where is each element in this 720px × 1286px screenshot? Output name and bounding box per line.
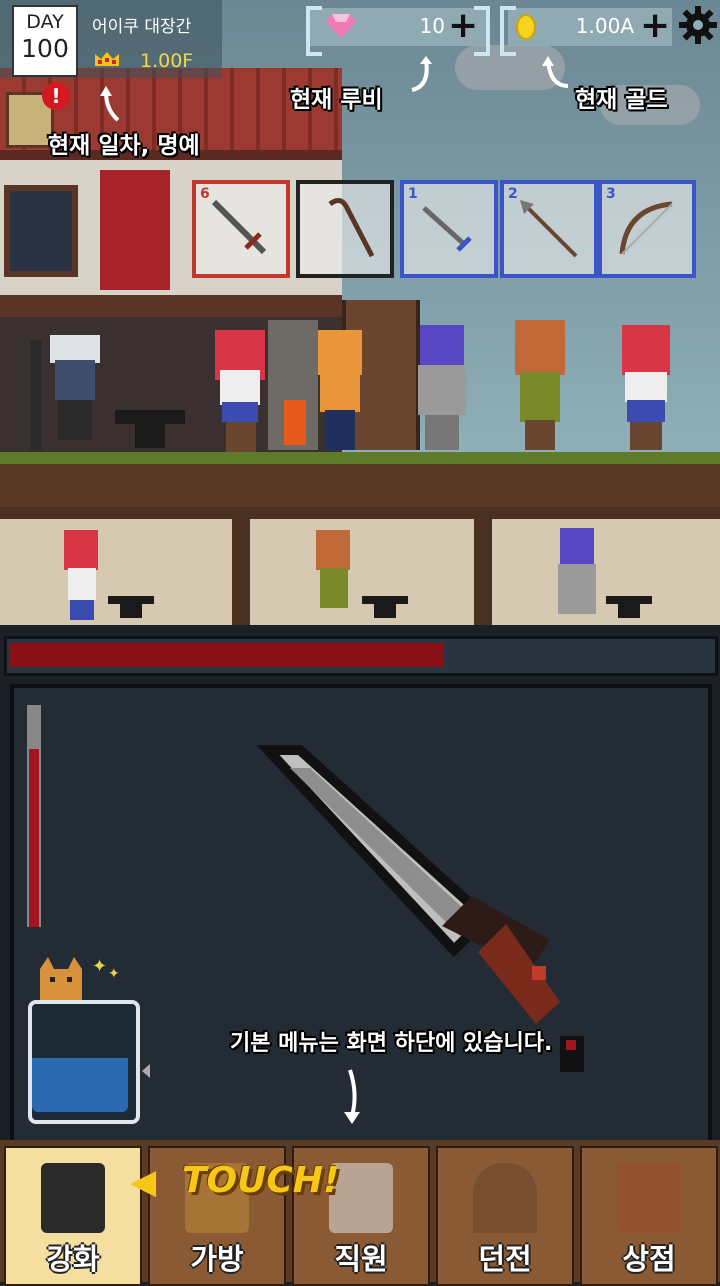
gold-value: 1.00A — [575, 14, 634, 38]
gold-coin-icon — [516, 14, 536, 40]
gold-tip: 현재 골드 — [575, 87, 668, 113]
customer-redhair — [215, 330, 265, 452]
weapon-slot-2[interactable] — [296, 180, 394, 278]
add-gold-button[interactable]: + — [640, 8, 670, 44]
fame-value: 1.00F — [140, 50, 194, 72]
nav-tab-label: 상점 — [622, 1242, 676, 1276]
blacksmith-character — [30, 335, 100, 450]
anvil-icon — [362, 596, 408, 618]
ruby-value: 10 — [419, 14, 445, 38]
staff-icon — [328, 198, 375, 258]
nav-tab-label: 직원 — [334, 1242, 388, 1276]
heat-gauge-fill — [29, 749, 39, 927]
anvil-icon — [108, 596, 154, 618]
add-ruby-button[interactable]: + — [448, 8, 478, 44]
basement-ceiling — [0, 507, 720, 519]
gear-icon[interactable] — [679, 6, 717, 44]
bracket-left — [500, 6, 516, 56]
sword-icon — [211, 199, 267, 255]
sparkle-icon: ✦ — [92, 956, 108, 977]
touch-arrow-icon: ◀ — [130, 1162, 157, 1202]
worker-purple — [558, 528, 596, 614]
weapon-slot-1[interactable]: 6 — [192, 180, 290, 278]
cat-icon[interactable] — [36, 955, 86, 1005]
crown-icon — [95, 52, 119, 66]
nav-tab-5[interactable]: 상점 — [580, 1146, 718, 1286]
customer-orange — [318, 330, 362, 450]
spear-icon — [520, 200, 578, 258]
nav-tab-label: 가방 — [190, 1242, 244, 1276]
water-level — [32, 1058, 128, 1112]
weapon-slot-4[interactable]: 2 — [500, 180, 598, 278]
sparkle-icon: ✦ — [108, 966, 120, 982]
shop-banner — [100, 170, 170, 290]
day-number: 100 — [21, 34, 69, 63]
menu-hint: 기본 메뉴는 화면 하단에 있습니다. — [230, 1031, 553, 1056]
weapon-slot-5[interactable]: 3 — [598, 180, 696, 278]
ruby-icon — [326, 14, 356, 38]
nav-tab-4[interactable]: 던전 — [436, 1146, 574, 1286]
customer-redhair-2 — [622, 325, 670, 450]
furnace — [268, 320, 318, 450]
curved-arrow-icon — [100, 86, 120, 122]
nav-tab-1[interactable]: 강화 — [4, 1146, 142, 1286]
anvil-icon — [606, 596, 652, 618]
customer-brown — [515, 320, 565, 450]
curved-arrow-icon — [411, 56, 432, 92]
dungeon-door-icon — [473, 1163, 537, 1233]
characters-layer — [30, 320, 670, 452]
anvil-icon — [115, 410, 185, 448]
nav-tab-label: 강화 — [46, 1242, 100, 1276]
worker-brown — [316, 530, 350, 608]
shop-window — [4, 185, 78, 277]
ground — [0, 452, 720, 507]
workers-layer — [64, 528, 652, 620]
treasure-chest-icon — [617, 1163, 681, 1233]
day-fame-tip: 현재 일차, 명예 — [48, 133, 200, 159]
touch-prompt: TOUCH! — [182, 1160, 340, 1201]
arrow-down-icon — [344, 1069, 360, 1124]
anvil-hammer-icon — [41, 1163, 105, 1233]
day-label: DAY — [26, 11, 64, 33]
worker-redhair — [64, 530, 98, 620]
forge-progress-fill — [10, 643, 444, 667]
customer-purple — [418, 325, 466, 450]
shop-name: 어이쿠 대장간 — [92, 17, 192, 37]
nav-tab-label: 던전 — [478, 1242, 532, 1276]
caret-left-icon — [142, 1064, 150, 1078]
weapon-slot-3[interactable]: 1 — [400, 180, 498, 278]
bracket-left — [306, 6, 322, 56]
bow-icon — [619, 201, 673, 255]
day-counter: DAY 100 — [12, 5, 78, 77]
alert-icon: ! — [42, 82, 70, 110]
dagger-icon — [422, 206, 472, 252]
curved-arrow-icon — [542, 56, 569, 88]
ruby-tip: 현재 루비 — [290, 87, 383, 113]
